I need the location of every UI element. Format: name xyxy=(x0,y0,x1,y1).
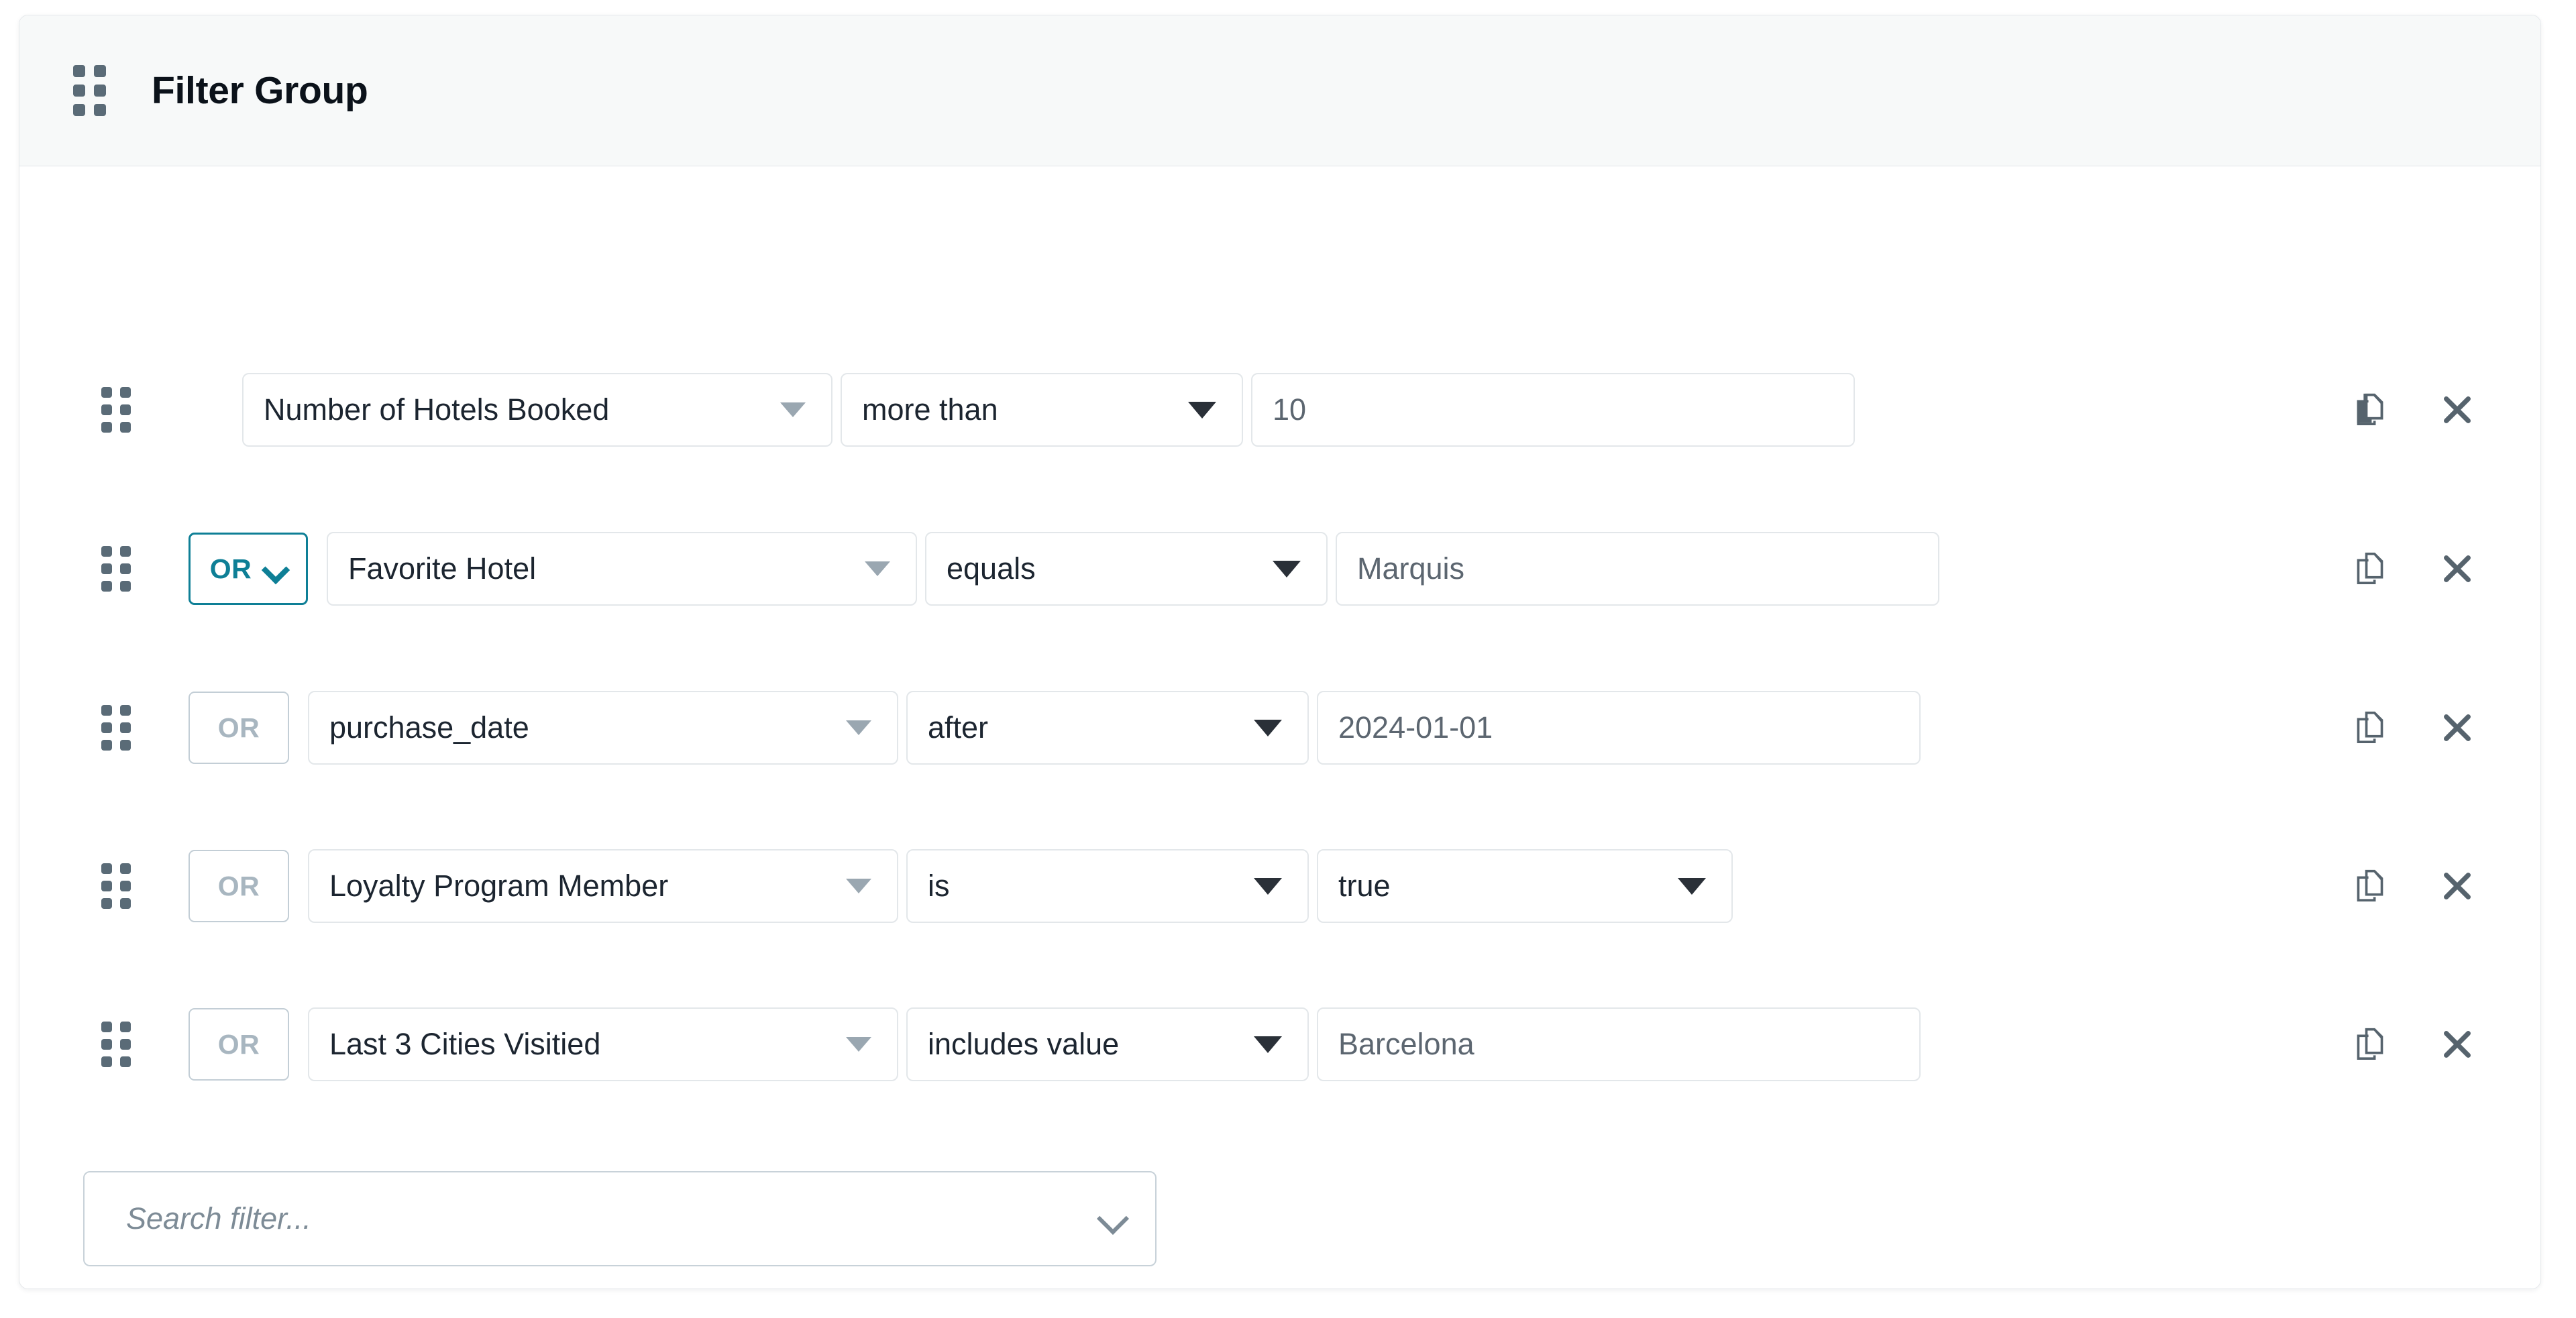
chevron-down-icon xyxy=(1188,402,1216,419)
filter-value-text: Barcelona xyxy=(1338,1027,1474,1062)
filter-value-text: 10 xyxy=(1273,392,1306,427)
drag-handle-icon[interactable] xyxy=(101,1022,131,1067)
conjunction-toggle[interactable]: OR xyxy=(189,533,308,605)
close-icon[interactable] xyxy=(2436,706,2479,749)
close-icon[interactable] xyxy=(2436,865,2479,908)
drag-handle-icon[interactable] xyxy=(101,705,131,751)
chevron-down-icon xyxy=(846,879,871,893)
row-actions xyxy=(2349,1023,2479,1066)
row-drag-handle-wrap xyxy=(19,863,176,909)
row-drag-handle-wrap xyxy=(19,546,176,592)
filter-value-input[interactable]: Marquis xyxy=(1336,532,1939,606)
close-icon[interactable] xyxy=(2436,388,2479,431)
filter-operator-select[interactable]: includes value xyxy=(906,1007,1309,1081)
chevron-down-icon xyxy=(865,561,890,576)
filter-operator-select[interactable]: equals xyxy=(925,532,1328,606)
table-row: OR Favorite Hotel equals Marquis xyxy=(19,530,2540,608)
filter-operator-select[interactable]: more than xyxy=(841,373,1243,447)
row-drag-handle-wrap xyxy=(19,1022,176,1067)
chevron-down-icon xyxy=(1097,1203,1128,1234)
filter-value-input[interactable]: 2024-01-01 xyxy=(1317,691,1921,765)
chevron-down-icon xyxy=(264,557,286,580)
filter-value-input[interactable]: 10 xyxy=(1251,373,1855,447)
conjunction-toggle[interactable]: OR xyxy=(189,692,289,764)
row-actions xyxy=(2349,865,2479,908)
drag-handle-icon[interactable] xyxy=(101,546,131,592)
row-actions xyxy=(2349,388,2479,431)
filter-field-value: purchase_date xyxy=(329,710,529,745)
filter-value-text: Marquis xyxy=(1357,551,1464,586)
close-icon[interactable] xyxy=(2436,1023,2479,1066)
drag-handle-icon[interactable] xyxy=(101,863,131,909)
duplicate-icon[interactable] xyxy=(2349,706,2392,749)
filter-operator-value: after xyxy=(928,710,988,745)
filter-value-input[interactable]: Barcelona xyxy=(1317,1007,1921,1081)
conjunction-label: OR xyxy=(210,553,252,585)
table-row: OR Loyalty Program Member is true xyxy=(19,847,2540,925)
conjunction-label: OR xyxy=(218,712,260,744)
filter-field-value: Loyalty Program Member xyxy=(329,869,668,903)
filter-field-select[interactable]: Number of Hotels Booked xyxy=(242,373,833,447)
filter-field-select[interactable]: Last 3 Cities Visitied xyxy=(308,1007,898,1081)
duplicate-icon[interactable] xyxy=(2349,1023,2392,1066)
filter-operator-value: is xyxy=(928,869,950,903)
filter-group-header: Filter Group xyxy=(19,15,2540,166)
page-title: Filter Group xyxy=(152,68,368,113)
search-filter-select[interactable]: Search filter... xyxy=(83,1171,1157,1266)
chevron-down-icon xyxy=(846,720,871,735)
filter-operator-value: includes value xyxy=(928,1027,1119,1062)
filter-operator-select[interactable]: is xyxy=(906,849,1309,923)
search-filter-placeholder: Search filter... xyxy=(126,1201,311,1236)
filter-field-select[interactable]: Favorite Hotel xyxy=(327,532,917,606)
filter-operator-value: more than xyxy=(862,392,998,427)
row-actions xyxy=(2349,706,2479,749)
filter-field-select[interactable]: Loyalty Program Member xyxy=(308,849,898,923)
row-actions xyxy=(2349,547,2479,590)
filter-field-select[interactable]: purchase_date xyxy=(308,691,898,765)
conjunction-toggle[interactable]: OR xyxy=(189,850,289,922)
filter-value-text: true xyxy=(1338,869,1391,903)
chevron-down-icon xyxy=(1254,720,1282,736)
drag-handle-icon[interactable] xyxy=(73,65,106,116)
filter-group-card: Filter Group Number of Hotels Booked mor… xyxy=(19,15,2541,1289)
row-drag-handle-wrap xyxy=(19,705,176,751)
chevron-down-icon xyxy=(780,402,806,417)
filter-field-value: Favorite Hotel xyxy=(348,551,536,586)
duplicate-icon[interactable] xyxy=(2349,388,2392,431)
filter-field-value: Last 3 Cities Visitied xyxy=(329,1027,600,1062)
table-row: Number of Hotels Booked more than 10 xyxy=(19,371,2540,449)
chevron-down-icon xyxy=(1254,878,1282,895)
chevron-down-icon xyxy=(846,1037,871,1052)
conjunction-label: OR xyxy=(218,1029,260,1060)
filter-value-select[interactable]: true xyxy=(1317,849,1733,923)
duplicate-icon[interactable] xyxy=(2349,547,2392,590)
close-icon[interactable] xyxy=(2436,547,2479,590)
filter-operator-value: equals xyxy=(947,551,1036,586)
drag-handle-icon[interactable] xyxy=(101,387,131,433)
chevron-down-icon xyxy=(1254,1036,1282,1053)
table-row: OR Last 3 Cities Visitied includes value… xyxy=(19,1005,2540,1083)
filter-value-text: 2024-01-01 xyxy=(1338,710,1493,745)
filter-operator-select[interactable]: after xyxy=(906,691,1309,765)
row-drag-handle-wrap xyxy=(19,387,176,433)
conjunction-toggle[interactable]: OR xyxy=(189,1008,289,1081)
duplicate-icon[interactable] xyxy=(2349,865,2392,908)
chevron-down-icon xyxy=(1678,878,1706,895)
chevron-down-icon xyxy=(1273,561,1301,578)
filter-field-value: Number of Hotels Booked xyxy=(264,392,609,427)
table-row: OR purchase_date after 2024-01-01 xyxy=(19,689,2540,767)
conjunction-label: OR xyxy=(218,871,260,902)
